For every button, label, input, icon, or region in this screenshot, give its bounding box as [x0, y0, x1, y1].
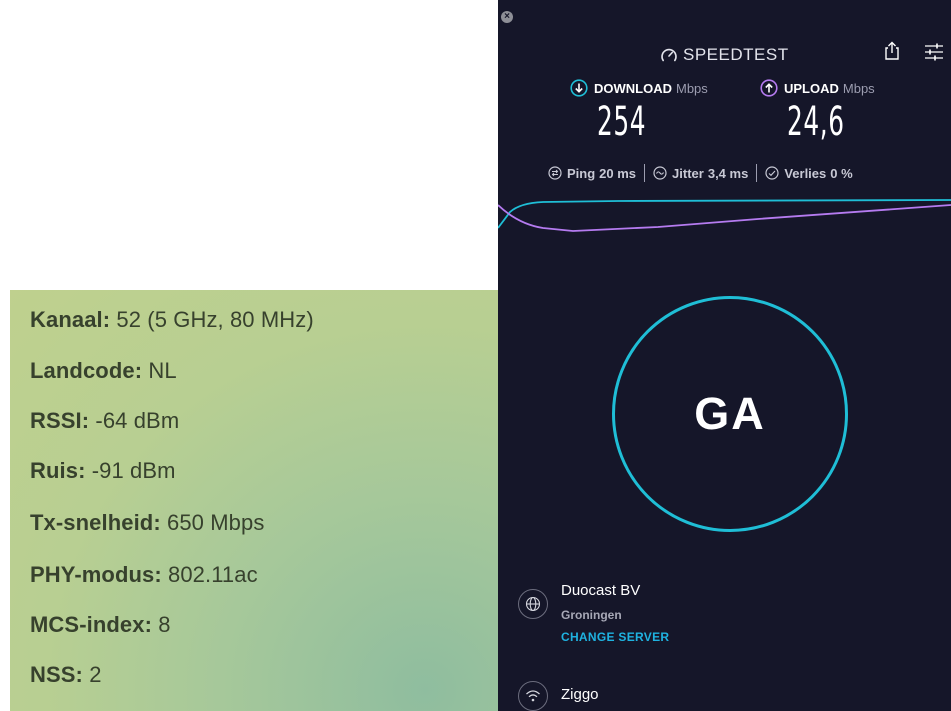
packet-loss-value: 0 % — [830, 165, 853, 181]
go-button-label: GA — [694, 388, 766, 439]
download-unit: Mbps — [676, 80, 708, 96]
wifi-label: Tx-snelheid: — [30, 510, 161, 535]
wifi-label: Ruis: — [30, 458, 86, 483]
download-graph-line — [498, 199, 951, 229]
wifi-row-phy-mode: PHY-modus: 802.11ac — [30, 562, 258, 588]
wifi-row-rssi: RSSI: -64 dBm — [30, 408, 179, 434]
download-arrow-icon — [570, 79, 588, 97]
download-header: DOWNLOAD Mbps — [570, 79, 708, 97]
ping-value: 20 ms — [599, 165, 637, 181]
server-city: Groningen — [561, 608, 622, 622]
wifi-row-noise: Ruis: -91 dBm — [30, 458, 176, 484]
wifi-row-tx-rate: Tx-snelheid: 650 Mbps — [30, 510, 264, 536]
wifi-label: RSSI: — [30, 408, 90, 433]
wifi-row-channel: Kanaal: 52 (5 GHz, 80 MHz) — [30, 307, 314, 333]
upload-value: 24,6 — [787, 99, 845, 145]
ping-icon — [548, 166, 562, 180]
close-icon[interactable]: × — [501, 11, 513, 23]
packet-loss-label: Verlies — [784, 165, 827, 181]
packet-loss-stat: Verlies 0 % — [765, 165, 853, 181]
stats-row: Ping 20 ms Jitter 3,4 ms Verlies 0 % — [548, 164, 853, 182]
jitter-value: 3,4 ms — [707, 165, 749, 181]
divider — [644, 164, 646, 182]
isp-name: Ziggo — [561, 686, 599, 703]
download-label: DOWNLOAD — [594, 80, 672, 96]
upload-header: UPLOAD Mbps — [760, 79, 875, 97]
wifi-row-country-code: Landcode: NL — [30, 358, 177, 384]
wifi-value: -91 dBm — [91, 458, 176, 483]
speedtest-logo-text: SPEEDTEST — [683, 45, 789, 64]
ping-stat: Ping 20 ms — [548, 166, 636, 181]
wifi-value: NL — [148, 358, 177, 383]
wifi-info-panel: Kanaal: 52 (5 GHz, 80 MHz) Landcode: NL … — [10, 290, 498, 711]
upload-arrow-icon — [760, 79, 778, 97]
wifi-row-nss: NSS: 2 — [30, 662, 102, 688]
wifi-label: Kanaal: — [30, 307, 111, 332]
jitter-stat: Jitter 3,4 ms — [653, 166, 748, 181]
upload-graph-line — [498, 204, 951, 232]
upload-label: UPLOAD — [784, 80, 839, 96]
download-value: 254 — [597, 99, 647, 145]
ping-label: Ping — [567, 165, 596, 181]
share-icon[interactable] — [884, 41, 900, 66]
speedtest-logo: SPEEDTEST — [660, 44, 789, 66]
change-server-link[interactable]: CHANGE SERVER — [561, 630, 669, 644]
speedometer-icon — [661, 48, 677, 62]
speed-graph — [498, 199, 951, 232]
go-button[interactable]: GA — [612, 296, 848, 532]
settings-sliders-icon[interactable] — [924, 43, 944, 66]
jitter-label: Jitter — [672, 165, 704, 181]
wifi-value: 2 — [89, 662, 102, 687]
wifi-label: MCS-index: — [30, 612, 152, 637]
upload-unit: Mbps — [842, 80, 875, 96]
speedtest-window: × SPEEDTEST DOWNLOAD Mbps 254 UPLOAD Mbp… — [498, 0, 951, 711]
wifi-value: 650 Mbps — [167, 510, 265, 535]
wifi-value: 8 — [158, 612, 171, 637]
jitter-icon — [653, 166, 667, 180]
wifi-value: 52 (5 GHz, 80 MHz) — [116, 307, 314, 332]
server-name: Duocast BV — [561, 582, 641, 599]
wifi-label: PHY-modus: — [30, 562, 162, 587]
wifi-row-mcs-index: MCS-index: 8 — [30, 612, 171, 638]
packet-loss-icon — [765, 166, 779, 180]
wifi-label: NSS: — [30, 662, 83, 687]
wifi-label: Landcode: — [30, 358, 143, 383]
divider — [756, 164, 758, 182]
wifi-value: -64 dBm — [95, 408, 180, 433]
wifi-value: 802.11ac — [168, 562, 258, 587]
globe-icon — [518, 589, 548, 619]
wifi-icon — [518, 681, 548, 711]
